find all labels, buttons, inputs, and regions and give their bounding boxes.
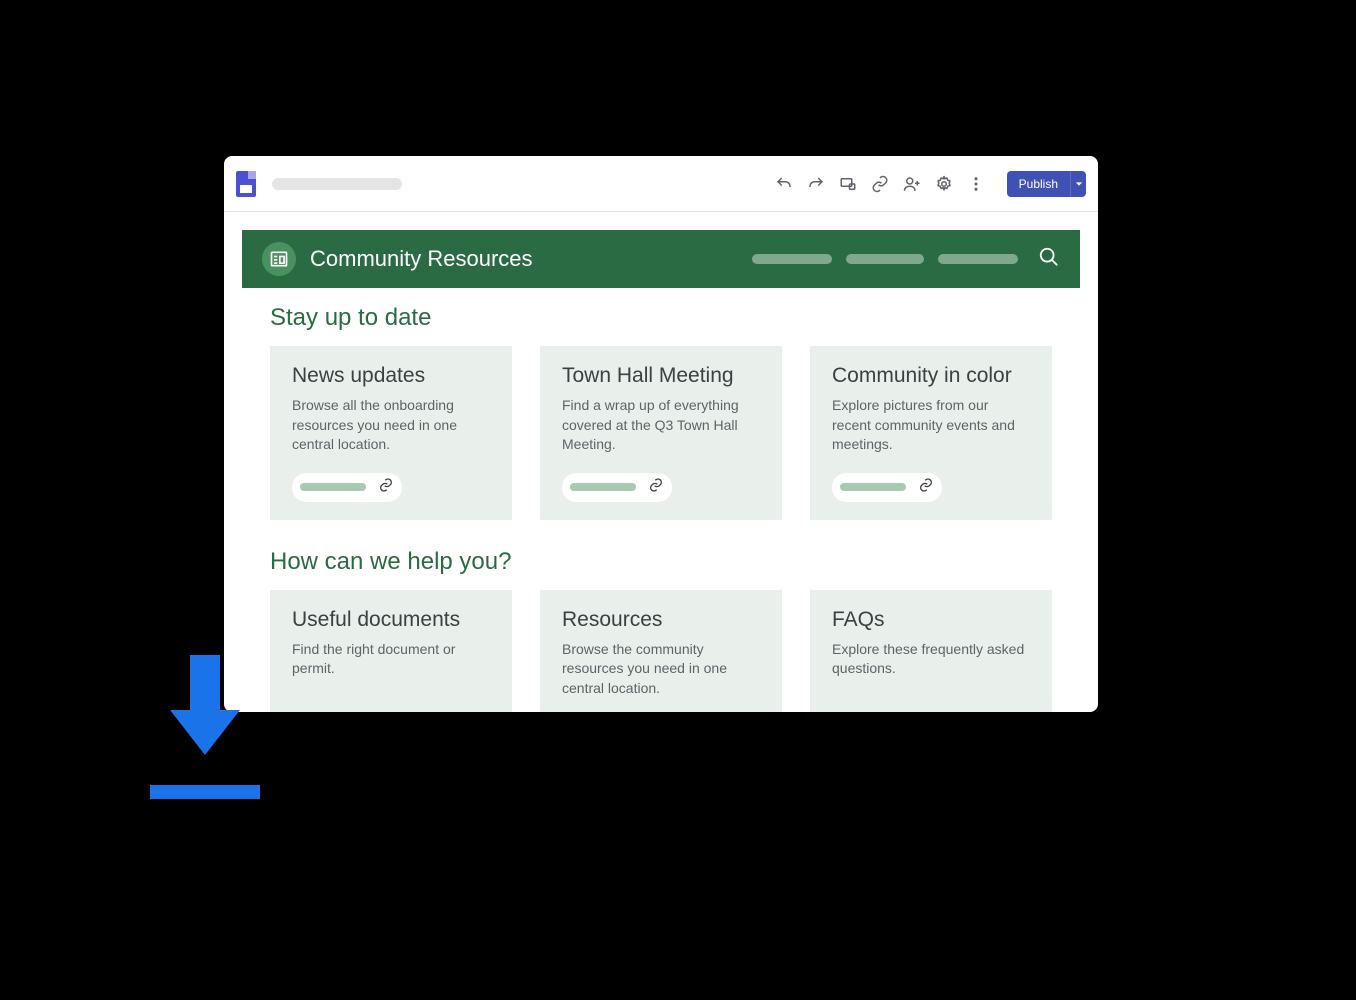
publish-dropdown-button[interactable] — [1070, 171, 1086, 197]
section-heading-2[interactable]: How can we help you? — [270, 548, 1052, 576]
preview-icon[interactable] — [839, 175, 857, 193]
card-title: News updates — [292, 364, 490, 388]
card-link-chip[interactable] — [292, 473, 402, 502]
undo-icon[interactable] — [775, 175, 793, 193]
link-icon — [378, 477, 394, 498]
card-title: FAQs — [832, 608, 1030, 632]
card-community-color[interactable]: Community in color Explore pictures from… — [810, 346, 1052, 520]
card-row-2: Useful documents Find the right document… — [270, 590, 1052, 712]
card-title: Town Hall Meeting — [562, 364, 760, 388]
sites-editor-window: Publish Community Resources Stay up to d… — [224, 156, 1098, 712]
page-content: Stay up to date News updates Browse all … — [242, 288, 1080, 712]
publish-button[interactable]: Publish — [1007, 171, 1070, 197]
gear-icon[interactable] — [935, 175, 953, 193]
card-title: Useful documents — [292, 608, 490, 632]
card-desc: Explore these frequently asked questions… — [832, 640, 1030, 679]
site-logo — [262, 242, 296, 276]
chip-text-placeholder — [570, 483, 636, 491]
share-person-icon[interactable] — [903, 175, 921, 193]
download-icon — [150, 655, 260, 800]
card-faqs[interactable]: FAQs Explore these frequently asked ques… — [810, 590, 1052, 712]
page-canvas: Community Resources Stay up to date News… — [224, 212, 1098, 712]
card-town-hall[interactable]: Town Hall Meeting Find a wrap up of ever… — [540, 346, 782, 520]
site-header: Community Resources — [242, 230, 1080, 288]
card-useful-documents[interactable]: Useful documents Find the right document… — [270, 590, 512, 712]
nav-item-2[interactable] — [846, 254, 924, 264]
publish-button-group: Publish — [1007, 171, 1086, 197]
toolbar-actions: Publish — [775, 171, 1086, 197]
card-row-1: News updates Browse all the onboarding r… — [270, 346, 1052, 520]
chip-text-placeholder — [840, 483, 906, 491]
card-desc: Browse the community resources you need … — [562, 640, 760, 699]
toolbar: Publish — [224, 156, 1098, 212]
more-vert-icon[interactable] — [967, 175, 985, 193]
card-link-chip[interactable] — [562, 473, 672, 502]
redo-icon[interactable] — [807, 175, 825, 193]
document-title-placeholder[interactable] — [272, 178, 402, 190]
card-desc: Browse all the onboarding resources you … — [292, 396, 490, 455]
card-desc: Find the right document or permit. — [292, 640, 490, 679]
search-icon[interactable] — [1038, 246, 1060, 273]
card-title: Resources — [562, 608, 760, 632]
card-desc: Explore pictures from our recent communi… — [832, 396, 1030, 455]
chip-text-placeholder — [300, 483, 366, 491]
card-title: Community in color — [832, 364, 1030, 388]
nav-item-1[interactable] — [752, 254, 832, 264]
link-icon — [918, 477, 934, 498]
card-link-chip[interactable] — [832, 473, 942, 502]
sites-app-icon — [236, 171, 256, 197]
link-icon — [648, 477, 664, 498]
link-icon[interactable] — [871, 175, 889, 193]
nav-item-3[interactable] — [938, 254, 1018, 264]
card-news-updates[interactable]: News updates Browse all the onboarding r… — [270, 346, 512, 520]
card-desc: Find a wrap up of everything covered at … — [562, 396, 760, 455]
card-resources[interactable]: Resources Browse the community resources… — [540, 590, 782, 712]
site-title[interactable]: Community Resources — [310, 246, 533, 272]
section-heading-1[interactable]: Stay up to date — [270, 304, 1052, 332]
